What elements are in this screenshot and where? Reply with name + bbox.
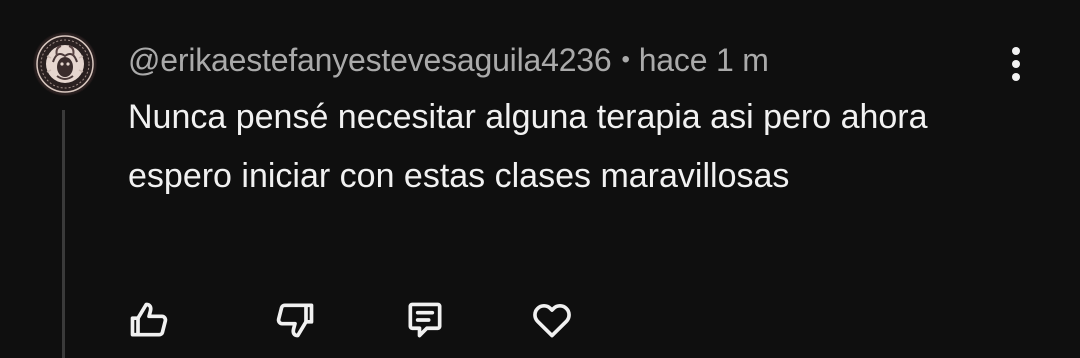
heart-icon bbox=[533, 304, 571, 338]
reply-button[interactable] bbox=[397, 292, 453, 348]
comment-text: Nunca pensé necesitar alguna terapia asi… bbox=[128, 98, 928, 195]
like-button[interactable] bbox=[121, 292, 177, 348]
reply-comment-icon bbox=[408, 302, 442, 338]
avatar-medallion-icon bbox=[34, 33, 96, 95]
heart-button[interactable] bbox=[524, 292, 580, 348]
more-options-button[interactable] bbox=[996, 40, 1036, 88]
thumbs-down-icon bbox=[276, 303, 314, 338]
more-vert-icon bbox=[1012, 47, 1020, 81]
comment: @erikaestefanyestevesaguila4236 • hace 1… bbox=[0, 0, 1080, 358]
dislike-button[interactable] bbox=[267, 292, 323, 348]
comment-header: @erikaestefanyestevesaguila4236 • hace 1… bbox=[128, 38, 769, 82]
author-name[interactable]: @erikaestefanyestevesaguila4236 bbox=[128, 42, 612, 79]
timestamp: hace 1 m bbox=[638, 41, 769, 78]
thumbs-up-icon bbox=[130, 302, 168, 337]
separator-dot: • bbox=[621, 46, 630, 73]
thread-line bbox=[62, 110, 65, 358]
avatar[interactable] bbox=[33, 32, 97, 96]
